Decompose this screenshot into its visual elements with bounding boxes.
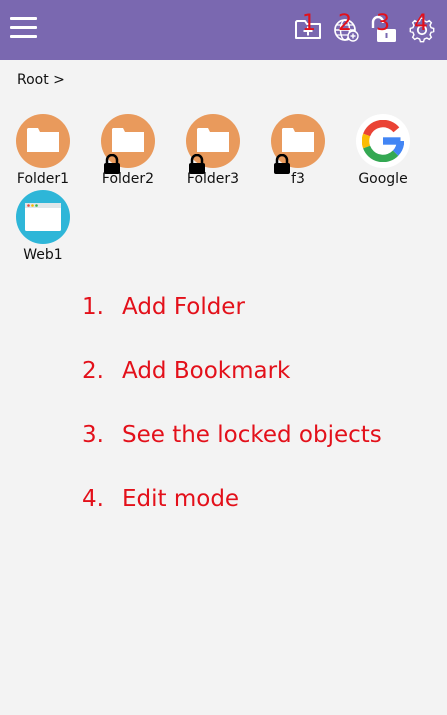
folder-item-folder2[interactable]: Folder2 — [91, 114, 165, 187]
step-text: See the locked objects — [122, 422, 382, 448]
lock-icon — [189, 154, 205, 174]
browser-window-icon — [16, 190, 70, 244]
google-icon — [356, 114, 410, 168]
step-number: 1. — [82, 294, 104, 320]
add-bookmark-button[interactable]: 2 — [332, 11, 360, 43]
lock-icon — [274, 154, 290, 174]
annotation-marker-1: 1 — [302, 11, 316, 36]
bookmark-item-google[interactable]: Google — [346, 114, 420, 187]
annotation-marker-4: 4 — [414, 11, 428, 36]
instruction-step-1: 1. Add Folder — [82, 294, 382, 358]
annotation-marker-2: 2 — [338, 11, 352, 36]
instruction-list: 1. Add Folder 2. Add Bookmark 3. See the lo… — [82, 294, 382, 550]
top-app-bar: 1 2 3 4 — [0, 0, 447, 60]
item-label: Folder1 — [16, 171, 70, 187]
instruction-step-4: 4. Edit mode — [82, 486, 382, 550]
annotation-marker-3: 3 — [376, 11, 390, 36]
breadcrumb[interactable]: Root > — [17, 72, 65, 88]
folder-icon — [101, 114, 155, 174]
folder-item-folder1[interactable]: Folder1 — [6, 114, 80, 187]
folder-icon — [271, 114, 325, 174]
instruction-step-2: 2. Add Bookmark — [82, 358, 382, 422]
folder-item-folder3[interactable]: Folder3 — [176, 114, 250, 187]
step-number: 2. — [82, 358, 104, 384]
step-text: Add Bookmark — [122, 358, 291, 384]
step-number: 4. — [82, 486, 104, 512]
locked-objects-button[interactable]: 3 — [370, 11, 398, 43]
step-text: Add Folder — [122, 294, 245, 320]
step-text: Edit mode — [122, 486, 240, 512]
lock-icon — [104, 154, 120, 174]
hamburger-menu-icon[interactable] — [10, 15, 38, 41]
instruction-step-3: 3. See the locked objects — [82, 422, 382, 486]
add-folder-button[interactable]: 1 — [294, 11, 322, 43]
edit-mode-button[interactable]: 4 — [408, 11, 436, 43]
item-label: Web1 — [23, 247, 63, 263]
folder-icon — [16, 114, 70, 168]
bookmark-item-web1[interactable]: Web1 — [6, 190, 80, 263]
item-label: Google — [358, 171, 408, 187]
step-number: 3. — [82, 422, 104, 448]
folder-item-f3[interactable]: f3 — [261, 114, 335, 187]
folder-icon — [186, 114, 240, 174]
